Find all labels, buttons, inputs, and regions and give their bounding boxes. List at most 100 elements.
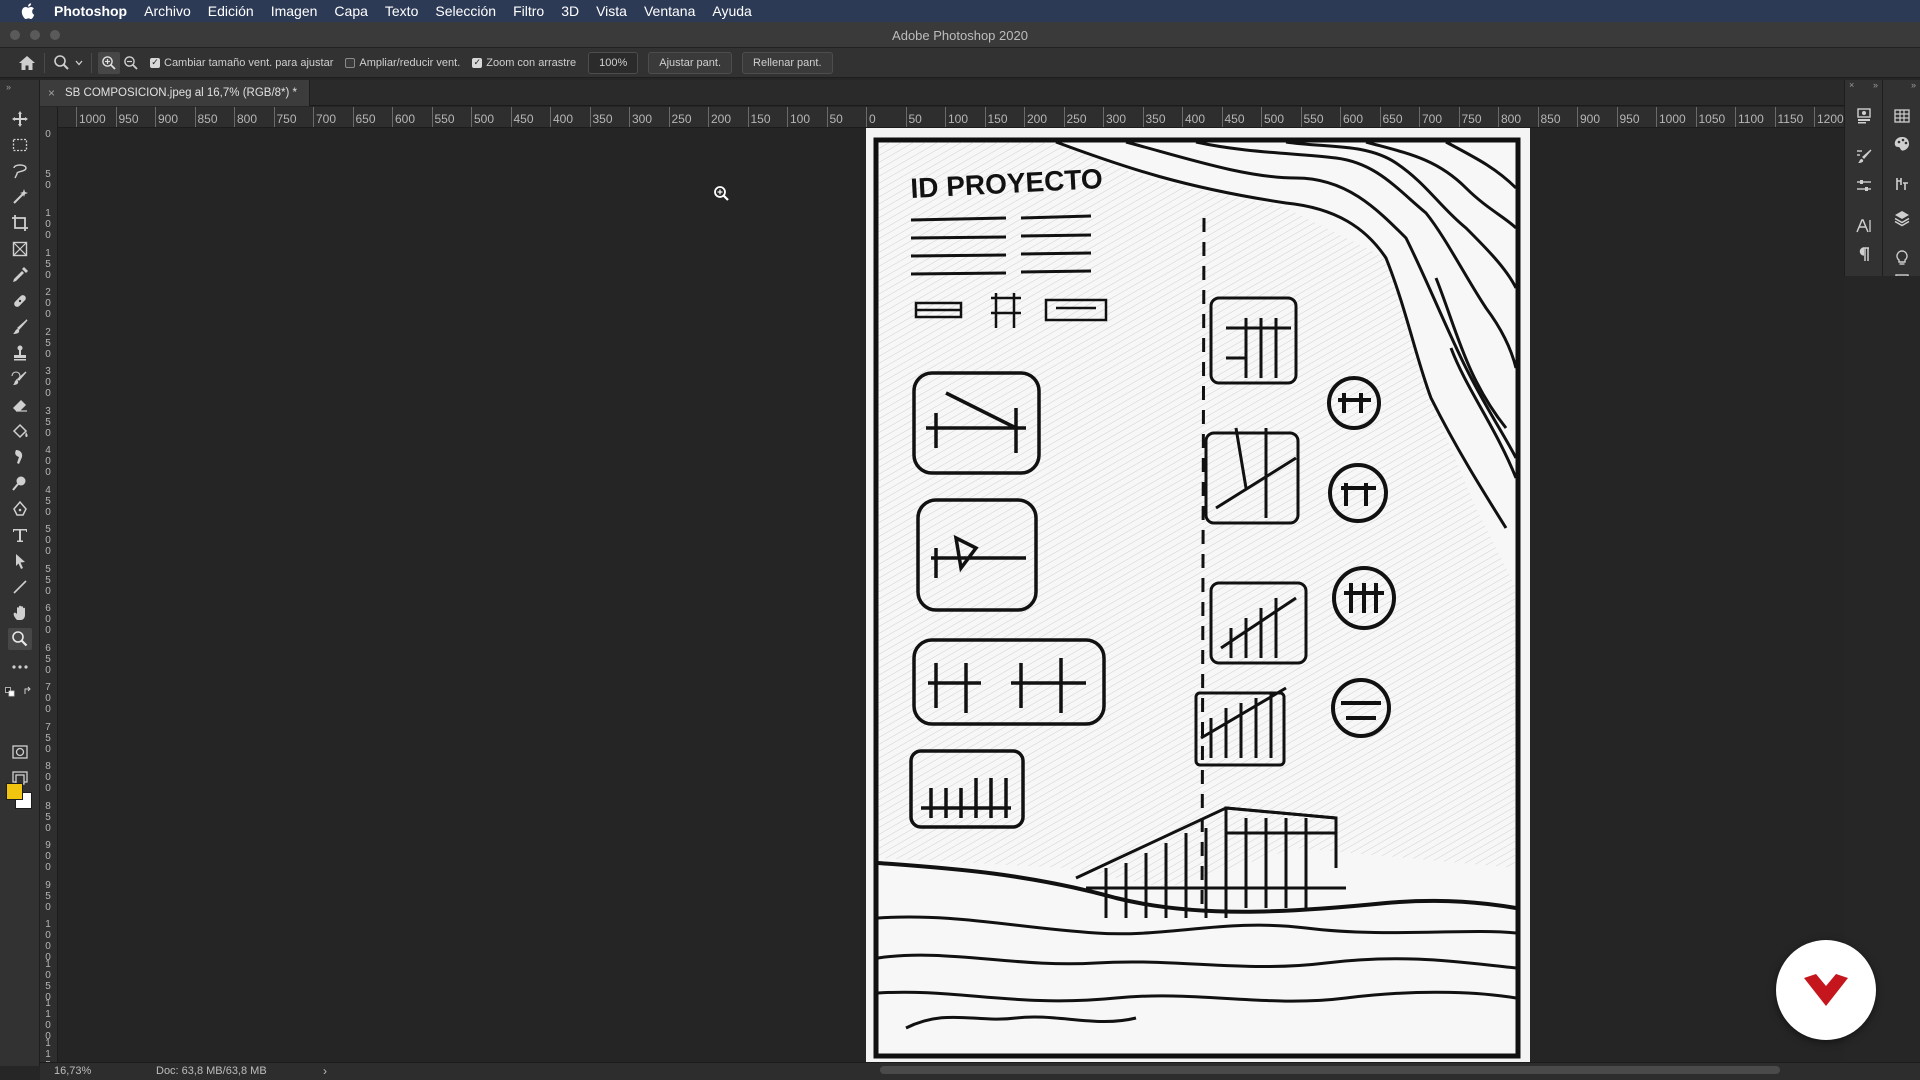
ruler-tick-label: 250	[1066, 112, 1087, 126]
fill-screen-button[interactable]: Rellenar pant.	[742, 51, 833, 74]
quick-mask-icon[interactable]	[8, 741, 32, 763]
heart-logo-icon	[1804, 974, 1848, 1006]
paint-bucket-icon[interactable]	[8, 420, 32, 442]
ruler-tick-line	[1774, 107, 1776, 127]
adjustments-sliders-icon[interactable]	[1854, 176, 1874, 196]
menu-capa[interactable]: Capa	[334, 3, 367, 19]
magic-wand-icon[interactable]	[8, 186, 32, 208]
ruler-tick-label: 700	[316, 112, 337, 126]
separator	[44, 52, 45, 73]
ruler-tick-label: 1000	[45, 919, 51, 963]
zoom-tool-icon[interactable]	[8, 628, 32, 650]
menu-edicion[interactable]: Edición	[208, 3, 254, 19]
zoom-in-icon[interactable]	[98, 51, 120, 74]
history-brush-icon[interactable]	[8, 368, 32, 390]
expand-panel-icon[interactable]: »	[1873, 80, 1878, 94]
menu-imagen[interactable]: Imagen	[271, 3, 318, 19]
resize-windows-checkbox[interactable]: ✓ Cambiar tamaño vent. para ajustar	[150, 57, 333, 69]
scrubby-zoom-checkbox[interactable]: ✓ Zoom con arrastre	[472, 57, 576, 69]
smudge-icon[interactable]	[8, 446, 32, 468]
ruler-tick-label: 950	[1619, 112, 1640, 126]
menu-app-name[interactable]: Photoshop	[54, 3, 127, 19]
ruler-tick-line	[471, 107, 472, 127]
move-tool-icon[interactable]	[8, 108, 32, 130]
zoom-all-windows-checkbox[interactable]: Ampliar/reducir vent.	[345, 57, 460, 69]
zoom-tool-preset-icon[interactable]	[51, 52, 73, 74]
eraser-icon[interactable]	[8, 394, 32, 416]
frame-tool-icon[interactable]	[8, 238, 32, 260]
character-icon[interactable]	[1854, 216, 1874, 236]
pen-icon[interactable]	[8, 498, 32, 520]
expand-panel-icon[interactable]: »	[1911, 80, 1916, 94]
status-menu-arrow[interactable]: ›	[323, 1064, 327, 1078]
ruler-tick-label: 400	[1185, 112, 1206, 126]
tools-panel: »	[0, 80, 40, 1066]
dodge-icon[interactable]	[8, 472, 32, 494]
layers-icon[interactable]	[1892, 208, 1912, 228]
menu-3d[interactable]: 3D	[561, 3, 579, 19]
ruler-tick-label: 850	[45, 800, 51, 834]
paragraph-icon[interactable]	[1854, 244, 1874, 264]
fit-screen-button[interactable]: Ajustar pant.	[648, 51, 733, 74]
ruler-tick-label: 350	[45, 405, 51, 439]
chevron-down-icon[interactable]	[73, 52, 85, 74]
channels-icon[interactable]	[1892, 174, 1912, 194]
zoom-percent-field[interactable]: 100%	[588, 51, 639, 74]
properties-icon[interactable]	[1854, 106, 1874, 126]
brush-settings-icon[interactable]	[1854, 146, 1874, 166]
ruler-tick-line	[155, 107, 156, 127]
home-icon[interactable]	[16, 52, 38, 74]
brush-icon[interactable]	[8, 316, 32, 338]
line-tool-icon[interactable]	[8, 576, 32, 598]
ruler-tick-label: 200	[1027, 112, 1048, 126]
ruler-tick-label: 1150	[45, 1037, 51, 1064]
table-grid-icon[interactable]	[1892, 106, 1912, 126]
menu-filtro[interactable]: Filtro	[513, 3, 544, 19]
document-tab[interactable]: × SB COMPOSICION.jpeg al 16,7% (RGB/8*) …	[40, 80, 310, 106]
horizontal-ruler[interactable]: 1000 950 900 850 800 750 700 650 600 550 500 450 400…	[58, 107, 1844, 128]
apple-icon[interactable]	[20, 3, 36, 19]
hand-icon[interactable]	[8, 602, 32, 624]
ruler-tick-label: 750	[45, 721, 51, 755]
color-palette-icon[interactable]	[1892, 134, 1912, 154]
ruler-tick-label: 950	[118, 112, 139, 126]
scrubby-zoom-label: Zoom con arrastre	[486, 56, 577, 69]
zoom-out-icon[interactable]	[120, 52, 142, 74]
ruler-tick-line	[234, 107, 235, 127]
vertical-ruler[interactable]: 0 50 100 150 200 250 300 350 400 450 500 550 600 650 7…	[40, 107, 58, 1063]
learn-lightbulb-icon[interactable]	[1892, 248, 1912, 268]
eyedropper-icon[interactable]	[8, 264, 32, 286]
document-canvas[interactable]: ID PROYECTO	[866, 128, 1530, 1062]
menu-archivo[interactable]: Archivo	[144, 3, 191, 19]
ruler-tick-label: 1050	[1698, 112, 1726, 126]
swap-colors-icon[interactable]	[23, 683, 33, 701]
collapse-panel-icon[interactable]: »	[6, 82, 11, 92]
type-tool-icon[interactable]	[8, 524, 32, 546]
lasso-icon[interactable]	[8, 160, 32, 182]
canvas-area[interactable]: ID PROYECTO	[58, 128, 1844, 1062]
menu-seleccion[interactable]: Selección	[435, 3, 496, 19]
ruler-tick-line	[1024, 107, 1025, 127]
rectangular-marquee-icon[interactable]	[8, 134, 32, 156]
ruler-tick-label: 250	[45, 326, 51, 360]
default-colors-icon[interactable]	[5, 684, 15, 702]
healing-brush-icon[interactable]	[8, 290, 32, 312]
menu-ayuda[interactable]: Ayuda	[712, 3, 751, 19]
checkbox-checked-icon: ✓	[472, 57, 483, 68]
more-tools-icon[interactable]	[8, 656, 32, 678]
ruler-tick-label: 600	[45, 603, 51, 636]
menu-texto[interactable]: Texto	[385, 3, 418, 19]
foreground-color-swatch[interactable]	[6, 783, 23, 800]
path-selection-icon[interactable]	[8, 550, 32, 572]
ruler-tick-label: 100	[790, 112, 811, 126]
clone-stamp-icon[interactable]	[8, 342, 32, 364]
close-panel-icon[interactable]: ×	[1849, 80, 1854, 94]
horizontal-scrollbar[interactable]	[880, 1066, 1780, 1074]
close-tab-icon[interactable]: ×	[48, 86, 55, 100]
separator	[91, 52, 92, 73]
menu-ventana[interactable]: Ventana	[644, 3, 695, 19]
menu-vista[interactable]: Vista	[596, 3, 627, 19]
crop-icon[interactable]	[8, 212, 32, 234]
status-zoom-level[interactable]: 16,73%	[54, 1065, 91, 1077]
ruler-tick-label: 500	[1264, 112, 1285, 126]
